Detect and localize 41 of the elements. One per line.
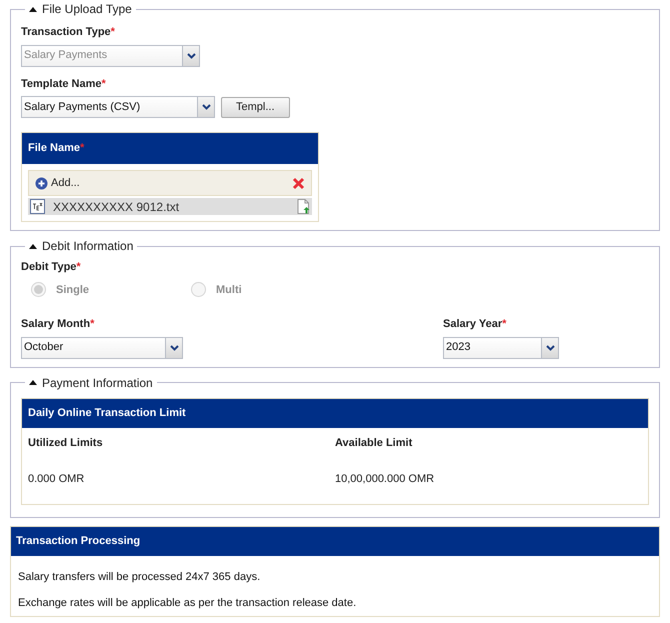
field-label: Salary Month [21,317,90,332]
field-label: Debit Type [21,260,76,275]
section-title: Debit Information [42,238,134,255]
required-marker: * [76,260,81,275]
collapse-toggle-icon[interactable] [29,244,37,248]
chevron-down-icon [546,344,554,350]
required-marker: * [80,141,84,156]
required-marker: * [502,317,506,332]
collapse-toggle-icon[interactable] [29,380,37,385]
field-label: Salary Year [443,317,502,332]
text-file-icon [30,199,45,214]
file-row[interactable]: XXXXXXXXXX 9012.txt [28,198,312,215]
panel-header: Transaction Processing [11,526,659,556]
dropdown[interactable]: 2023 [443,336,559,358]
dropdown[interactable]: Salary Payments (CSV) [21,96,215,118]
collapse-toggle-icon[interactable] [29,6,37,12]
limit-value: 10,00,000.000 OMR [335,472,436,487]
file-name: XXXXXXXXXX 9012.txt [53,198,180,216]
panel-header: Daily Online Transaction Limit [22,398,648,428]
add-button[interactable]: Add... [35,174,80,192]
limit-value: 0.000 OMR [28,472,86,487]
info-text: Exchange rates will be applicable as per the transaction release date. [18,596,358,611]
chevron-down-icon [170,344,178,350]
required-marker: * [110,25,115,40]
required-marker: * [102,76,106,92]
chevron-down-icon [186,52,196,58]
plus-circle-icon [35,176,48,190]
section-title: File Upload Type [42,1,132,18]
dropdown[interactable]: October [21,336,183,358]
field-label: Template Name [21,76,102,92]
delete-icon[interactable] [292,176,305,190]
column-label: Available Limit [335,436,414,450]
info-text: Salary transfers will be processed 24x7 365 days. [18,570,262,584]
upload-file-icon[interactable] [297,199,310,214]
field-label: Transaction Type [21,25,111,40]
required-marker: * [90,317,94,332]
panel-header: File Name* [22,133,318,164]
chevron-down-icon [202,104,210,110]
template-button[interactable]: Templ... [221,96,290,118]
section-title: Payment Information [42,374,153,392]
column-label: Utilized Limits [28,436,104,450]
